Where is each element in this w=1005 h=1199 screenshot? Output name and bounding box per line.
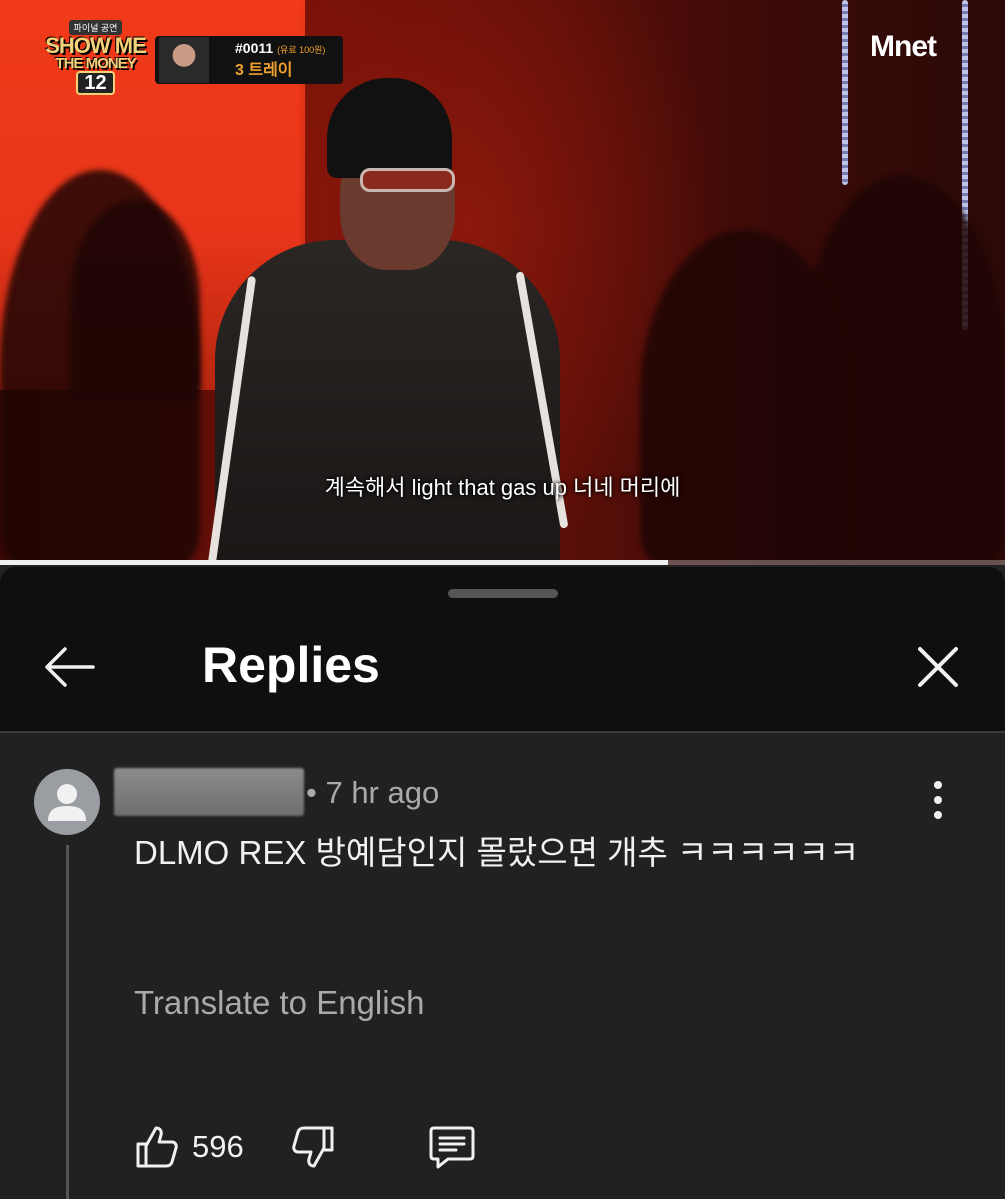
sheet-header: Replies <box>0 567 1005 733</box>
video-subtitle: 계속해서 light that gas up 너네 머리에 <box>324 475 681 500</box>
contestant-price-note: (유료 100원) <box>277 45 326 55</box>
background-dancer <box>800 175 1005 565</box>
like-button[interactable]: 596 <box>134 1124 244 1170</box>
sheet-title: Replies <box>202 637 380 693</box>
channel-logo: Mnet <box>870 30 937 63</box>
avatar-person-icon <box>48 784 86 821</box>
dislike-button[interactable] <box>290 1124 336 1170</box>
drag-handle[interactable] <box>448 589 558 598</box>
video-player[interactable]: 파이널 공연 SHOW ME THE MONEY 12 #0011 (유료 10… <box>0 0 1005 565</box>
contestant-photo <box>159 37 209 83</box>
close-button[interactable] <box>906 635 970 699</box>
replies-sheet: Replies • 7 hr ago DLMO REX 방예담인지 몰랐으면 개… <box>0 567 1005 1199</box>
contestant-card: #0011 (유료 100원) 3 트레이 <box>155 36 343 84</box>
show-logo-number: 12 <box>76 71 115 95</box>
performer-jacket <box>215 240 560 565</box>
video-progress-fill <box>0 560 669 565</box>
background-dancer <box>70 200 200 400</box>
show-logo-title-line2: THE MONEY <box>55 55 136 72</box>
reply-button[interactable] <box>428 1124 476 1170</box>
translate-link[interactable]: Translate to English <box>134 984 424 1022</box>
comment-action-bar: 596 <box>134 1117 476 1177</box>
back-button[interactable] <box>36 637 102 697</box>
author-name-redacted[interactable] <box>114 768 304 816</box>
contestant-code: #0011 (유료 100원) <box>235 40 326 56</box>
show-logo: 파이널 공연 SHOW ME THE MONEY 12 <box>38 18 153 96</box>
video-progress-bar[interactable] <box>0 560 1005 565</box>
thumb-up-icon <box>136 1126 178 1168</box>
like-count: 596 <box>192 1129 244 1164</box>
close-icon <box>918 647 958 687</box>
thread-line <box>66 845 69 1199</box>
more-vert-icon <box>934 781 942 819</box>
comment-text: DLMO REX 방예담인지 몰랐으면 개추 ㅋㅋㅋㅋㅋㅋ <box>134 834 860 871</box>
comment-timestamp: • 7 hr ago <box>306 775 440 810</box>
performer-sunglasses <box>360 168 455 192</box>
reply-comment-icon <box>429 1126 475 1169</box>
contestant-name: 3 트레이 <box>235 62 293 79</box>
more-options-button[interactable] <box>918 775 958 825</box>
stage-light-strip <box>842 0 848 185</box>
comment: • 7 hr ago DLMO REX 방예담인지 몰랐으면 개추 ㅋㅋㅋㅋㅋㅋ… <box>0 735 1005 1199</box>
thumb-down-icon <box>291 1126 334 1168</box>
back-arrow-icon <box>45 647 95 687</box>
avatar[interactable] <box>34 769 100 835</box>
show-logo-title-line1: SHOW ME <box>45 33 147 58</box>
